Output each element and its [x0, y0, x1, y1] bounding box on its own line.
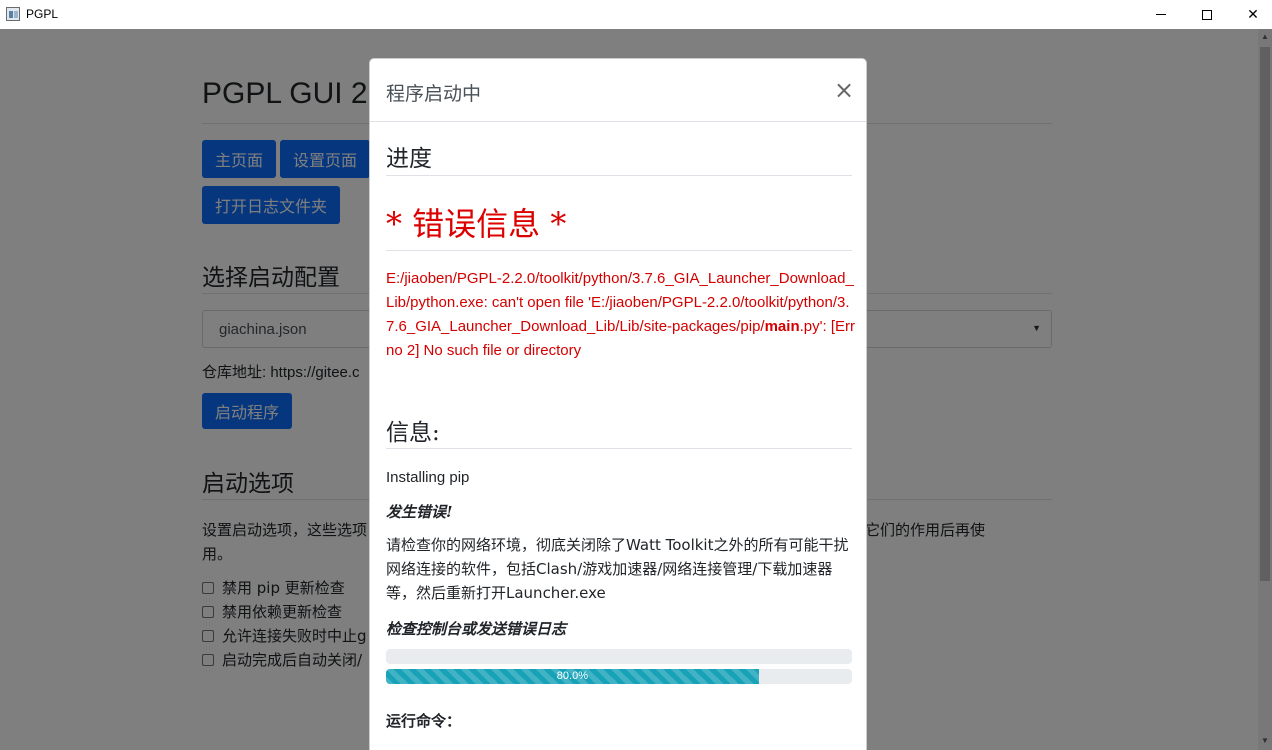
progress-bar-empty — [386, 649, 852, 664]
error-message: E:/jiaoben/PGPL-2.2.0/toolkit/python/3.7… — [386, 267, 856, 363]
maximize-button[interactable] — [1184, 0, 1230, 29]
advice-text: 请检查你的网络环境，彻底关闭除了Watt Toolkit之外的所有可能干扰网络连… — [386, 536, 849, 602]
check-console-label: 检查控制台或发送错误日志 — [386, 620, 567, 638]
error-heading: * 错误信息 * — [386, 205, 567, 243]
divider — [386, 175, 852, 176]
info-heading: 信息: — [386, 420, 440, 446]
run-command-label: 运行命令： — [386, 712, 462, 730]
divider — [386, 250, 852, 251]
close-icon[interactable]: × — [834, 76, 854, 104]
maximize-icon — [1202, 9, 1212, 20]
minimize-button[interactable] — [1138, 0, 1184, 29]
window-titlebar: PGPL ✕ — [0, 0, 1272, 29]
window-title: PGPL — [26, 7, 59, 21]
error-occurred-label: 发生错误! — [386, 503, 453, 521]
progress-fill: 80.0% — [386, 669, 759, 684]
modal-header: 程序启动中 × — [370, 59, 866, 122]
launch-modal: 程序启动中 × 进度 * 错误信息 * E:/jiaoben/PGPL-2.2.… — [369, 58, 867, 750]
progress-bar: 80.0% — [386, 669, 852, 684]
divider — [386, 448, 852, 449]
error-text-bold: main — [764, 318, 800, 335]
app-icon — [6, 7, 20, 21]
progress-heading: 进度 — [386, 146, 432, 172]
close-icon: ✕ — [1247, 6, 1259, 23]
close-window-button[interactable]: ✕ — [1230, 0, 1272, 29]
minimize-icon — [1156, 14, 1166, 15]
modal-title: 程序启动中 — [386, 83, 482, 105]
info-installing: Installing pip — [386, 469, 470, 486]
